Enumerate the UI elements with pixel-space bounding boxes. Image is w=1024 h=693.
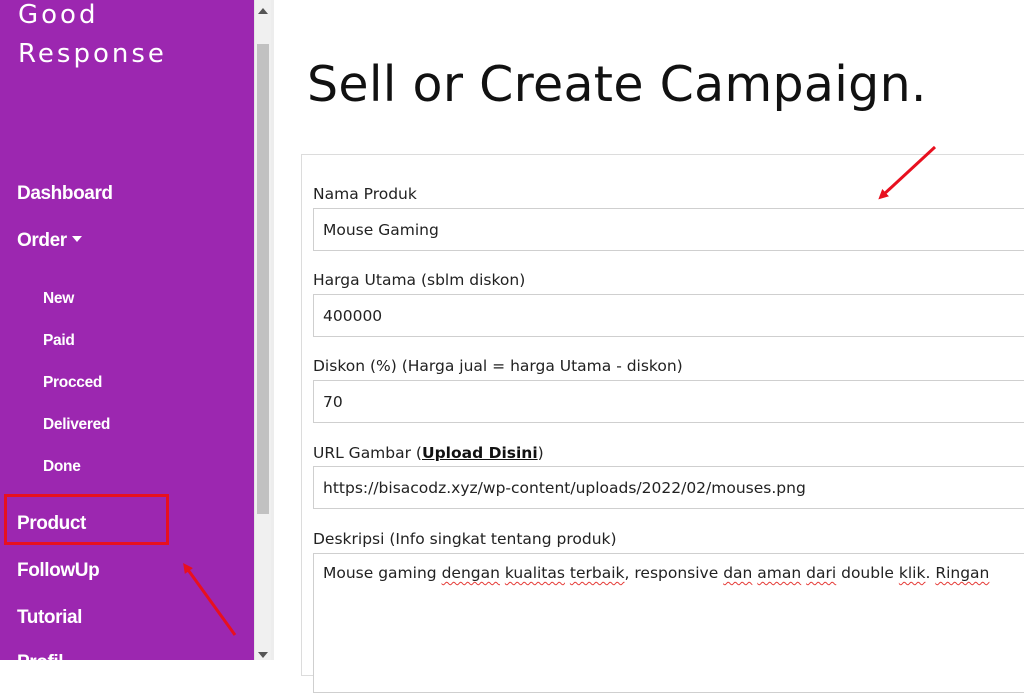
sidebar-item-tutorial[interactable]: Tutorial <box>17 607 82 629</box>
url-gambar-label: URL Gambar (Upload Disini) <box>313 444 544 462</box>
sidebar-subitem-new[interactable]: New <box>43 290 74 308</box>
scrollbar-thumb[interactable] <box>257 44 269 514</box>
deskripsi-word: dan <box>723 564 753 582</box>
url-gambar-label-prefix: URL Gambar ( <box>313 444 422 462</box>
sidebar-item-order[interactable]: Order <box>17 230 82 252</box>
sidebar-subitem-delivered[interactable]: Delivered <box>43 416 110 434</box>
deskripsi-word: , responsive <box>624 564 724 582</box>
deskripsi-word: dari <box>806 564 837 582</box>
sidebar: Good Response Dashboard Order New Paid P… <box>0 0 254 660</box>
sidebar-subitem-done[interactable]: Done <box>43 458 81 476</box>
sidebar-subitem-paid[interactable]: Paid <box>43 332 75 350</box>
brand-line-1: Good <box>18 0 99 30</box>
diskon-input[interactable] <box>313 380 1024 423</box>
sidebar-item-dashboard[interactable]: Dashboard <box>17 183 113 205</box>
scroll-down-arrow-icon[interactable] <box>258 652 268 658</box>
harga-utama-input[interactable] <box>313 294 1024 337</box>
deskripsi-word: . <box>925 564 936 582</box>
deskripsi-textarea[interactable]: Mouse gaming dengan kualitas terbaik, re… <box>313 553 1024 693</box>
scroll-up-arrow-icon[interactable] <box>258 8 268 14</box>
deskripsi-word: Mouse gaming <box>323 564 442 582</box>
deskripsi-word: aman <box>757 564 802 582</box>
diskon-label: Diskon (%) (Harga jual = harga Utama - d… <box>313 357 683 375</box>
sidebar-item-followup[interactable]: FollowUp <box>17 560 100 582</box>
harga-utama-label: Harga Utama (sblm diskon) <box>313 271 526 289</box>
sidebar-item-profile[interactable]: Profil <box>17 652 64 660</box>
caret-down-icon <box>71 235 82 242</box>
url-gambar-label-suffix: ) <box>537 444 544 462</box>
brand-logo[interactable]: Good Response <box>18 0 167 74</box>
sidebar-scrollbar[interactable] <box>254 0 271 660</box>
sidebar-subitem-procced[interactable]: Procced <box>43 374 102 392</box>
url-gambar-input[interactable] <box>313 466 1024 509</box>
brand-line-2: Response <box>18 39 167 69</box>
deskripsi-word: dengan <box>441 564 500 582</box>
deskripsi-label: Deskripsi (Info singkat tentang produk) <box>313 530 617 548</box>
nama-produk-input[interactable] <box>313 208 1024 251</box>
nama-produk-label: Nama Produk <box>313 185 417 203</box>
deskripsi-word: double <box>836 564 899 582</box>
deskripsi-word: terbaik <box>569 564 625 582</box>
page-title: Sell or Create Campaign. <box>307 56 927 113</box>
sidebar-item-order-label: Order <box>17 230 67 251</box>
content-divider <box>271 0 274 660</box>
deskripsi-word: Ringan <box>935 564 990 582</box>
upload-link[interactable]: Upload Disini <box>422 444 538 462</box>
deskripsi-word: kualitas <box>504 564 565 582</box>
deskripsi-word: klik <box>898 564 926 582</box>
product-highlight-box <box>4 494 169 545</box>
